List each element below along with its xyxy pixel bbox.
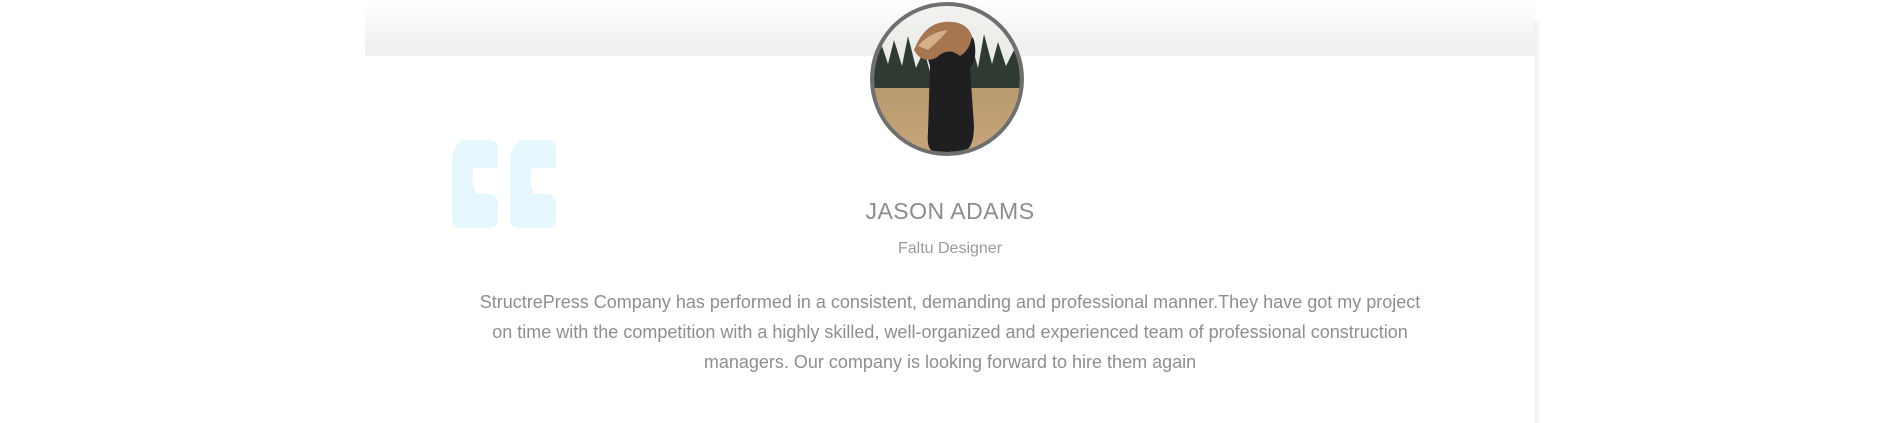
card-right-shadow <box>1535 20 1541 423</box>
avatar <box>870 2 1024 156</box>
testimonial-section: JASON ADAMS Faltu Designer StructrePress… <box>0 0 1902 423</box>
testimonial-card: JASON ADAMS Faltu Designer StructrePress… <box>365 0 1541 423</box>
testimonial-role: Faltu Designer <box>897 240 1003 257</box>
person-photo-icon <box>874 6 1020 152</box>
testimonial-name: JASON ADAMS <box>865 198 1035 224</box>
testimonial-text: StructrePress Company has performed in a… <box>479 292 1421 372</box>
